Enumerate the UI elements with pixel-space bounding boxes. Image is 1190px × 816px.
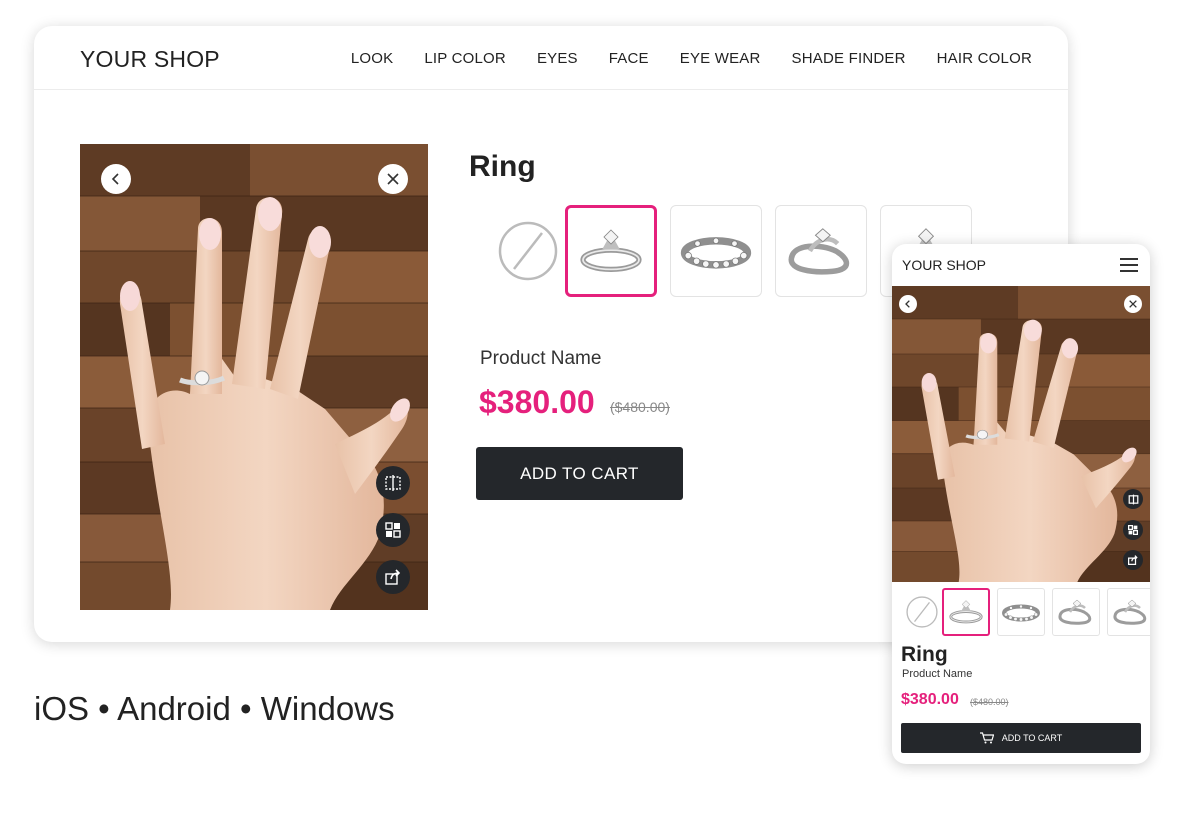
- solitaire-ring-icon: [947, 597, 985, 627]
- mobile-variant-none[interactable]: [898, 588, 946, 636]
- mobile-app-window: YOUR SHOP Ring Product Name $380.00 ($48…: [892, 244, 1150, 764]
- compare-icon: [385, 475, 401, 491]
- close-button[interactable]: [378, 164, 408, 194]
- main-nav: LOOK LIP COLOR EYES FACE EYE WEAR SHADE …: [320, 50, 1032, 67]
- product-original-price: ($480.00): [610, 399, 670, 415]
- nav-look[interactable]: LOOK: [351, 50, 393, 67]
- twist-ring-icon: [784, 223, 858, 279]
- share-icon: [1128, 555, 1138, 565]
- grid-icon: [385, 522, 401, 538]
- hamburger-menu-icon[interactable]: [1120, 258, 1138, 272]
- mobile-tryon-viewer[interactable]: [892, 286, 1150, 582]
- mobile-product-price: $380.00: [901, 691, 959, 708]
- nav-lip-color[interactable]: LIP COLOR: [424, 50, 506, 67]
- mobile-hand-image: [892, 286, 1150, 582]
- mobile-variant-solitaire[interactable]: [942, 588, 990, 636]
- mobile-layout-button[interactable]: [1123, 520, 1143, 540]
- nav-eye-wear[interactable]: EYE WEAR: [680, 50, 761, 67]
- product-name: Product Name: [480, 348, 602, 369]
- product-price: $380.00: [479, 384, 595, 420]
- mobile-variant-twist[interactable]: [1052, 588, 1100, 636]
- product-category-title: Ring: [469, 150, 536, 183]
- nav-face[interactable]: FACE: [609, 50, 649, 67]
- variant-solitaire[interactable]: [565, 205, 657, 297]
- compare-button[interactable]: [376, 466, 410, 500]
- mobile-variant-more[interactable]: [1107, 588, 1150, 636]
- mobile-product-original-price: ($480.00): [970, 697, 1009, 707]
- nav-eyes[interactable]: EYES: [537, 50, 578, 67]
- mobile-close-button[interactable]: [1124, 295, 1142, 313]
- desktop-header: YOUR SHOP LOOK LIP COLOR EYES FACE EYE W…: [34, 26, 1068, 90]
- hand-image: [80, 144, 428, 610]
- close-icon: [387, 173, 399, 185]
- layout-button[interactable]: [376, 513, 410, 547]
- virtual-tryon-viewer[interactable]: [80, 144, 428, 610]
- solitaire-ring-icon: [576, 223, 646, 279]
- variant-none[interactable]: [482, 205, 574, 297]
- ring-icon: [1111, 597, 1150, 627]
- none-icon: [906, 596, 938, 628]
- mobile-product-name: Product Name: [902, 668, 973, 680]
- nav-hair-color[interactable]: HAIR COLOR: [937, 50, 1032, 67]
- nav-shade-finder[interactable]: SHADE FINDER: [792, 50, 906, 67]
- back-button[interactable]: [101, 164, 131, 194]
- shop-logo[interactable]: YOUR SHOP: [80, 46, 220, 73]
- mobile-shop-logo[interactable]: YOUR SHOP: [902, 257, 986, 273]
- close-icon: [1129, 300, 1137, 308]
- none-icon: [498, 221, 558, 281]
- compare-icon: [1128, 494, 1138, 504]
- share-icon: [385, 569, 401, 585]
- twist-ring-icon: [1056, 597, 1096, 627]
- supported-platforms-text: iOS • Android • Windows: [34, 690, 395, 727]
- mobile-add-to-cart-label: ADD TO CART: [1001, 733, 1063, 743]
- chevron-left-icon: [111, 173, 119, 185]
- chevron-left-icon: [905, 300, 910, 308]
- mobile-share-button[interactable]: [1123, 550, 1143, 570]
- mobile-back-button[interactable]: [899, 295, 917, 313]
- variant-twist[interactable]: [775, 205, 867, 297]
- add-to-cart-button[interactable]: ADD TO CART: [476, 447, 683, 500]
- mobile-compare-button[interactable]: [1123, 489, 1143, 509]
- mobile-add-to-cart-button[interactable]: ADD TO CART: [901, 723, 1141, 753]
- grid-icon: [1128, 525, 1138, 535]
- eternity-band-icon: [679, 223, 753, 279]
- mobile-variant-eternity[interactable]: [997, 588, 1045, 636]
- variant-eternity[interactable]: [670, 205, 762, 297]
- cart-icon: [979, 732, 994, 744]
- mobile-product-category-title: Ring: [901, 643, 948, 666]
- eternity-band-icon: [1001, 597, 1041, 627]
- share-button[interactable]: [376, 560, 410, 594]
